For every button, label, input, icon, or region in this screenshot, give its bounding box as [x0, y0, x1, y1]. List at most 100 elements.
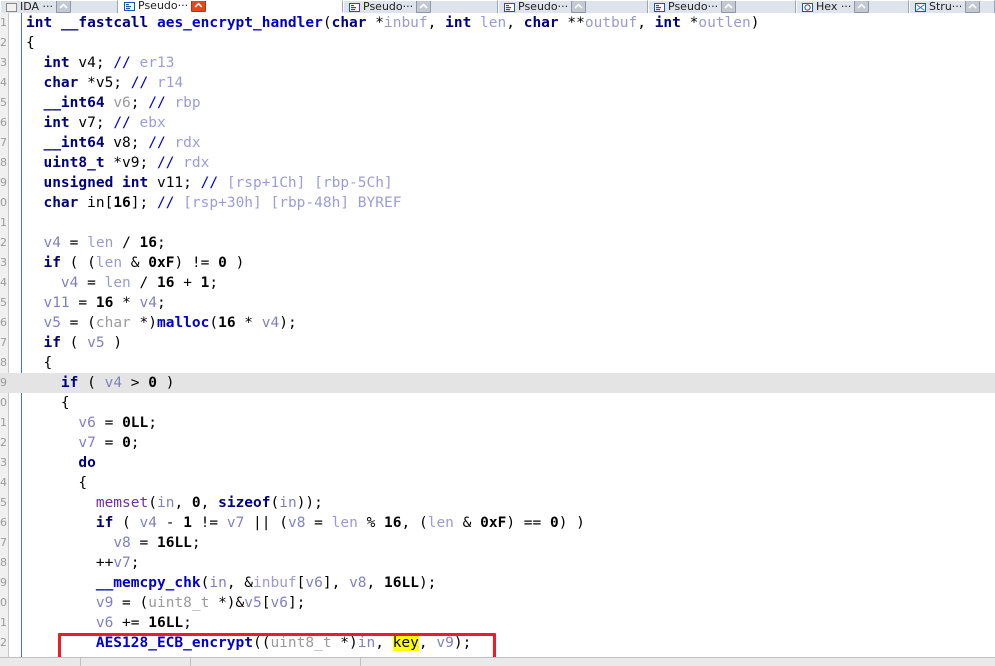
tab-label: Pseudo··· — [668, 0, 719, 13]
code-line[interactable]: 22 v7 = 0; — [0, 433, 995, 453]
line-number: 12 — [0, 236, 7, 249]
bottom-chrome-strip — [0, 657, 995, 666]
tab-2[interactable]: Pseudo··· — [343, 0, 498, 13]
tab-3[interactable]: Pseudo··· — [498, 0, 648, 13]
code-line[interactable]: 13 if ( (len & 0xF) != 0 ) — [0, 253, 995, 273]
code-line[interactable]: 3 int v4; // er13 — [0, 53, 995, 73]
tab-label: Pseudo··· — [138, 0, 189, 12]
code-text: do — [78, 455, 96, 471]
code-text: __int64 v6; // rbp — [43, 95, 201, 111]
tab-label: Pseudo··· — [363, 0, 414, 13]
line-number: 29 — [0, 576, 7, 589]
code-text: int __fastcall aes_encrypt_handler(char … — [26, 15, 760, 31]
code-text: char *v5; // r14 — [43, 75, 184, 91]
code-text: if ( v5 ) — [43, 335, 123, 351]
pseudocode-icon — [124, 1, 135, 11]
code-line[interactable]: 4 char *v5; // r14 — [0, 73, 995, 93]
line-number: 23 — [0, 456, 7, 469]
code-line[interactable]: 16 v5 = (char *)malloc(16 * v4); — [0, 313, 995, 333]
line-number: 32 — [0, 636, 7, 649]
line-number: 21 — [0, 416, 7, 429]
code-line[interactable]: 29 __memcpy_chk(in, &inbuf[v6], v8, 16LL… — [0, 573, 995, 593]
tab-1[interactable]: Pseudo··· — [118, 0, 343, 13]
tab-label: Stru··· — [929, 0, 963, 13]
tab-6[interactable]: Stru··· — [909, 0, 995, 13]
code-text: v6 += 16LL; — [95, 615, 192, 631]
tab-4[interactable]: Pseudo··· — [648, 0, 796, 13]
code-line[interactable]: 11 — [0, 213, 995, 233]
code-text: int v4; // er13 — [43, 55, 175, 71]
code-line[interactable]: 15 v11 = 16 * v4; — [0, 293, 995, 313]
code-text: v9 = (uint8_t *)&v5[v6]; — [95, 595, 306, 611]
line-number: 14 — [0, 276, 7, 289]
code-line[interactable]: 27 v8 = 16LL; — [0, 533, 995, 553]
code-text: unsigned int v11; // [rsp+1Ch] [rbp-5Ch] — [43, 175, 393, 191]
code-line[interactable]: 8 uint8_t *v9; // rdx — [0, 153, 995, 173]
code-line[interactable]: 31 v6 += 16LL; — [0, 613, 995, 633]
pseudocode-icon — [654, 2, 665, 12]
code-text: if ( (len & 0xF) != 0 ) — [43, 255, 245, 271]
code-line[interactable]: 10 char in[16]; // [rsp+30h] [rbp-48h] B… — [0, 193, 995, 213]
code-text: char in[16]; // [rsp+30h] [rbp-48h] BYRE… — [43, 195, 402, 211]
tab-bar[interactable]: IDA ··· Pseudo··· Pseudo··· Pseudo··· Pseudo… — [0, 0, 995, 14]
tab-0[interactable]: IDA ··· — [0, 0, 118, 13]
line-number: 27 — [0, 536, 7, 549]
code-line[interactable]: 30 v9 = (uint8_t *)&v5[v6]; — [0, 593, 995, 613]
code-text: uint8_t *v9; // rdx — [43, 155, 210, 171]
restore-icon[interactable] — [965, 1, 981, 13]
tab-label: Hex ··· — [816, 0, 852, 13]
code-text: { — [26, 395, 70, 411]
code-line[interactable]: 14 v4 = len / 16 + 1; — [0, 273, 995, 293]
code-text: ++v7; — [26, 555, 140, 571]
pseudocode-pane[interactable]: 1 int __fastcall aes_encrypt_handler(char… — [0, 13, 995, 666]
code-line[interactable]: 20 { — [0, 393, 995, 413]
code-line[interactable]: 32 AES128_ECB_encrypt((uint8_t *)in, key… — [0, 633, 995, 653]
code-text: __int64 v8; // rdx — [43, 135, 201, 151]
restore-icon[interactable] — [571, 1, 587, 13]
code-line[interactable]: 5 __int64 v6; // rbp — [0, 93, 995, 113]
code-line[interactable]: 12 v4 = len / 16; — [0, 233, 995, 253]
code-line[interactable]: 24 { — [0, 473, 995, 493]
code-text: { — [26, 355, 53, 371]
line-number: 1 — [0, 16, 7, 29]
code-line[interactable]: 1 int __fastcall aes_encrypt_handler(char… — [0, 13, 995, 33]
structures-icon — [915, 2, 926, 12]
restore-icon[interactable] — [721, 1, 737, 13]
code-text: v11 = 16 * v4; — [43, 295, 166, 311]
code-text: v5 = (char *)malloc(16 * v4); — [43, 315, 297, 331]
code-lines[interactable]: 1 int __fastcall aes_encrypt_handler(char… — [0, 13, 995, 653]
line-number: 30 — [0, 596, 7, 609]
line-number: 9 — [0, 176, 7, 189]
code-text: __memcpy_chk(in, &inbuf[v6], v8, 16LL); — [95, 575, 437, 591]
code-line[interactable]: 17 if ( v5 ) — [0, 333, 995, 353]
code-line[interactable]: 19 if ( v4 > 0 ) — [0, 373, 995, 393]
code-line[interactable]: 2{ — [0, 33, 995, 53]
code-line[interactable]: 28 ++v7; — [0, 553, 995, 573]
hexview-icon — [802, 2, 813, 12]
code-line[interactable]: 21 v6 = 0LL; — [0, 413, 995, 433]
code-line[interactable]: 7 __int64 v8; // rdx — [0, 133, 995, 153]
code-text: { — [26, 475, 88, 491]
code-text: v7 = 0; — [78, 435, 140, 451]
restore-icon[interactable] — [416, 1, 432, 13]
code-line[interactable]: 6 int v7; // ebx — [0, 113, 995, 133]
tab-label: IDA ··· — [20, 0, 54, 13]
tab-5[interactable]: Hex ··· — [796, 0, 909, 13]
code-line[interactable]: 25 memset(in, 0, sizeof(in)); — [0, 493, 995, 513]
code-line[interactable]: 18 { — [0, 353, 995, 373]
line-number: 22 — [0, 436, 7, 449]
code-line[interactable]: 26 if ( v4 - 1 != v7 || (v8 = len % 16, … — [0, 513, 995, 533]
code-text: if ( v4 - 1 != v7 || (v8 = len % 16, (le… — [95, 515, 585, 531]
line-number: 4 — [0, 76, 7, 89]
line-number: 18 — [0, 356, 7, 369]
restore-icon[interactable] — [854, 1, 870, 13]
code-text: { — [26, 35, 35, 51]
code-line[interactable]: 9 unsigned int v11; // [rsp+1Ch] [rbp-5C… — [0, 173, 995, 193]
line-number: 2 — [0, 36, 7, 49]
line-number: 16 — [0, 316, 7, 329]
close-icon[interactable] — [191, 1, 207, 12]
line-number: 25 — [0, 496, 7, 509]
pseudocode-icon — [504, 2, 515, 12]
restore-icon[interactable] — [56, 1, 72, 13]
code-line[interactable]: 23 do — [0, 453, 995, 473]
